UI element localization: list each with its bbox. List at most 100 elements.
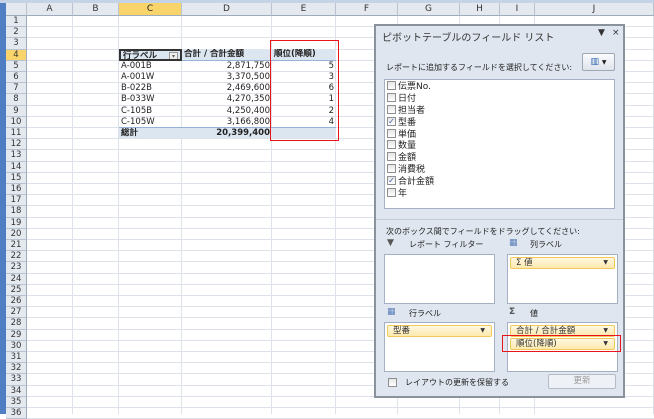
pivot-cell-sum[interactable]: 2,469,600 [182,83,272,94]
field-item[interactable]: 担当者 [385,104,614,116]
checkbox[interactable] [387,140,396,150]
row-header[interactable]: 31 [6,352,27,364]
pivot-cell-label[interactable]: B-022B [119,83,182,94]
column-header-j[interactable]: J [535,3,654,16]
row-header[interactable]: 20 [6,228,27,240]
field-item[interactable]: 伝票No. [385,80,614,92]
row-header[interactable]: 5 [6,60,27,72]
choose-fields-prompt: レポートに追加するフィールドを選択してください: [386,63,573,72]
row-header[interactable]: 19 [6,217,27,229]
defer-update-checkbox[interactable] [388,378,397,387]
pivot-cell-sum[interactable]: 4,270,350 [182,94,272,105]
total-label[interactable]: 総計 [119,127,182,138]
filter-dropdown-icon[interactable]: ▾ [169,52,178,59]
pivot-cell-sum[interactable]: 3,370,500 [182,72,272,83]
report-filter-area[interactable] [384,254,495,304]
row-header[interactable]: 22 [6,251,27,263]
pivot-cell-label[interactable]: B-033W [119,94,182,105]
sum-header[interactable]: 合計 / 合計金額 [182,49,272,61]
field-item[interactable]: 数量 [385,139,614,151]
row-header[interactable]: 3 [6,38,27,50]
row-header[interactable]: 27 [6,307,27,319]
layout-options-button[interactable]: ▥ ▼ [582,53,615,71]
sigma-icon: Σ [509,307,516,317]
row-header[interactable]: 4 [6,49,27,61]
defer-update-label: レイアウトの更新を保留する [405,378,509,387]
chevron-down-icon[interactable]: ▼ [603,258,608,268]
update-button[interactable]: 更新 [548,374,616,389]
row-header[interactable]: 10 [6,116,27,128]
column-header-a[interactable]: A [27,3,73,16]
field-item[interactable]: 単価 [385,127,614,140]
column-header-g[interactable]: G [398,3,460,16]
pivot-cell-sum[interactable]: 2,871,750 [182,61,272,72]
column-item[interactable]: Σ 値 ▼ [510,257,615,269]
row-header[interactable]: 32 [6,363,27,375]
row-header[interactable]: 16 [6,184,27,196]
row-header[interactable]: 2 [6,27,27,39]
row-header[interactable]: 24 [6,273,27,285]
panel-menu-icon[interactable]: ▼ [598,28,605,38]
field-item[interactable]: 消費税 [385,163,614,175]
close-icon[interactable]: × [612,28,620,38]
field-item[interactable]: ✓ 合計金額 [385,174,614,187]
row-header[interactable]: 34 [6,385,27,397]
pivot-cell-sum[interactable]: 4,250,400 [182,106,272,117]
field-item[interactable]: 金額 [385,151,614,163]
column-labels-icon: ▦ [509,238,518,248]
row-header[interactable]: 6 [6,72,27,84]
column-header-e[interactable]: E [272,3,336,16]
row-header[interactable]: 15 [6,172,27,184]
pivot-cell-label[interactable]: A-001B [119,61,182,72]
checkbox[interactable] [387,187,396,197]
field-item[interactable]: 年 [385,186,614,199]
filter-icon: ▼ [387,238,394,248]
checkbox[interactable] [387,163,396,173]
pivot-cell-label[interactable]: C-105B [119,106,182,117]
checked-checkbox[interactable]: ✓ [387,175,396,185]
row-header[interactable]: 33 [6,374,27,386]
checkbox[interactable] [387,152,396,162]
column-header-d[interactable]: D [182,3,272,16]
row-header[interactable]: 17 [6,195,27,207]
row-header[interactable]: 26 [6,296,27,308]
row-header[interactable]: 7 [6,83,27,95]
chevron-down-icon[interactable]: ▼ [480,326,485,336]
row-header[interactable]: 28 [6,318,27,330]
row-header[interactable]: 29 [6,329,27,341]
row-label-header[interactable]: 行ラベル ▾ [119,49,182,61]
row-item[interactable]: 型番 ▼ [387,325,492,337]
select-all-corner[interactable] [6,3,27,16]
checked-checkbox[interactable]: ✓ [387,116,396,126]
column-labels-area[interactable]: Σ 値 ▼ [507,254,618,304]
column-header-h[interactable]: H [460,3,500,16]
row-header[interactable]: 25 [6,284,27,296]
checkbox[interactable] [387,81,396,91]
row-header[interactable]: 11 [6,128,27,140]
column-header-i[interactable]: I [500,3,535,16]
field-list[interactable]: 伝票No. 日付 担当者 ✓ 型番 単価 数量 金額 消費税 ✓ 合計金額年 [384,79,615,209]
column-header-f[interactable]: F [336,3,398,16]
row-header[interactable]: 14 [6,161,27,173]
total-sum[interactable]: 20,399,400 [182,127,272,138]
row-header[interactable]: 35 [6,396,27,408]
field-item[interactable]: 日付 [385,92,614,104]
checkbox[interactable] [387,128,396,138]
column-header-c[interactable]: C [119,3,182,16]
row-header[interactable]: 23 [6,262,27,274]
column-header-b[interactable]: B [73,3,119,16]
row-header[interactable]: 13 [6,150,27,162]
field-item[interactable]: ✓ 型番 [385,115,614,128]
checkbox[interactable] [387,104,396,114]
row-header[interactable]: 21 [6,240,27,252]
pivot-cell-label[interactable]: A-001W [119,72,182,83]
row-labels-area[interactable]: 型番 ▼ [384,322,495,372]
row-header[interactable]: 8 [6,94,27,106]
row-header[interactable]: 18 [6,206,27,218]
row-header[interactable]: 1 [6,16,27,28]
panel-title: ピボットテーブルのフィールド リスト [382,33,555,44]
row-header[interactable]: 12 [6,139,27,151]
row-header[interactable]: 30 [6,340,27,352]
checkbox[interactable] [387,93,396,103]
row-header[interactable]: 9 [6,105,27,117]
